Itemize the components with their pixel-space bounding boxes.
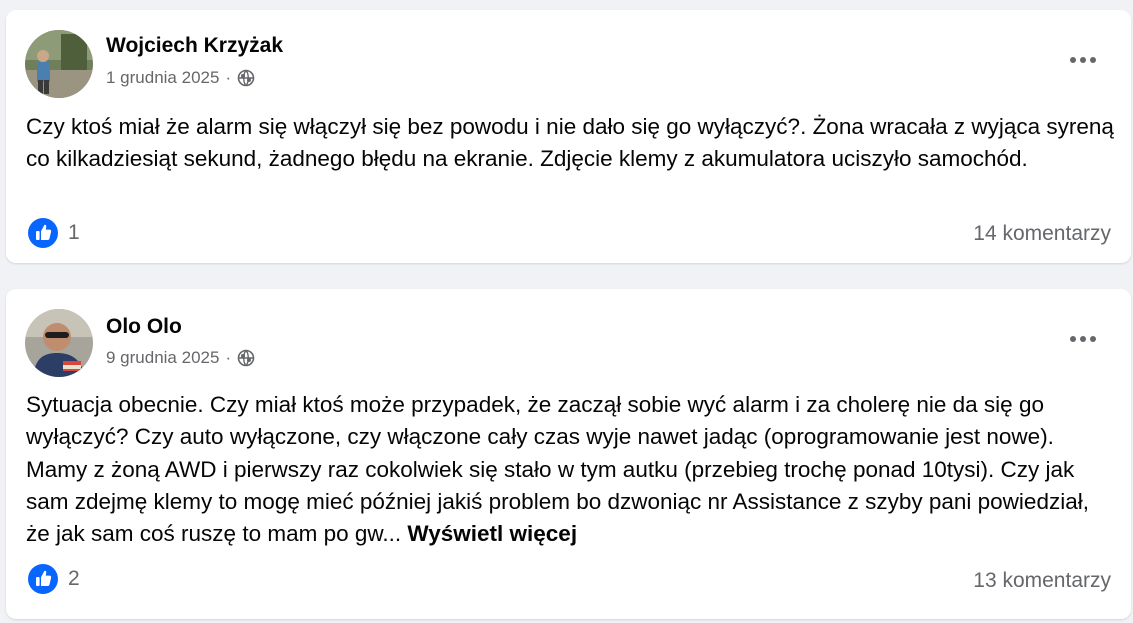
- more-options-button[interactable]: [1063, 48, 1103, 72]
- like-icon: [28, 564, 58, 594]
- post-body: Czy ktoś miał że alarm się włączył się b…: [26, 114, 1114, 172]
- dot-icon: [1090, 336, 1096, 342]
- reactions-summary[interactable]: 1: [28, 218, 80, 248]
- reaction-count: 2: [68, 567, 80, 590]
- post-card: Olo Olo 9 grudnia 2025 · Sytuacja obecni…: [6, 289, 1131, 619]
- author-name[interactable]: Wojciech Krzyżak: [106, 34, 283, 58]
- comments-count[interactable]: 14 komentarzy: [973, 222, 1111, 246]
- meta-separator: ·: [225, 68, 232, 87]
- avatar[interactable]: [25, 309, 93, 377]
- post-card: Wojciech Krzyżak 1 grudnia 2025 · Czy kt…: [6, 10, 1131, 263]
- dot-icon: [1070, 57, 1076, 63]
- meta-separator: ·: [225, 348, 232, 367]
- dot-icon: [1090, 57, 1096, 63]
- post-meta: 9 grudnia 2025 ·: [106, 348, 255, 368]
- like-icon: [28, 218, 58, 248]
- see-more-link[interactable]: Wyświetl więcej: [407, 521, 577, 546]
- reaction-count: 1: [68, 221, 80, 244]
- reactions-summary[interactable]: 2: [28, 564, 80, 594]
- avatar-photo: [25, 30, 93, 98]
- comments-count[interactable]: 13 komentarzy: [973, 569, 1111, 593]
- globe-icon: [237, 69, 255, 87]
- dot-icon: [1080, 57, 1086, 63]
- post-meta: 1 grudnia 2025 ·: [106, 68, 255, 88]
- post-text: Sytuacja obecnie. Czy miał ktoś może prz…: [26, 389, 1116, 550]
- author-name[interactable]: Olo Olo: [106, 315, 182, 339]
- post-date[interactable]: 9 grudnia 2025: [106, 348, 219, 368]
- avatar-photo: [25, 309, 93, 377]
- post-text: Czy ktoś miał że alarm się włączył się b…: [26, 111, 1116, 176]
- more-options-button[interactable]: [1063, 327, 1103, 351]
- globe-icon: [237, 349, 255, 367]
- dot-icon: [1070, 336, 1076, 342]
- post-date[interactable]: 1 grudnia 2025: [106, 68, 219, 88]
- dot-icon: [1080, 336, 1086, 342]
- avatar[interactable]: [25, 30, 93, 98]
